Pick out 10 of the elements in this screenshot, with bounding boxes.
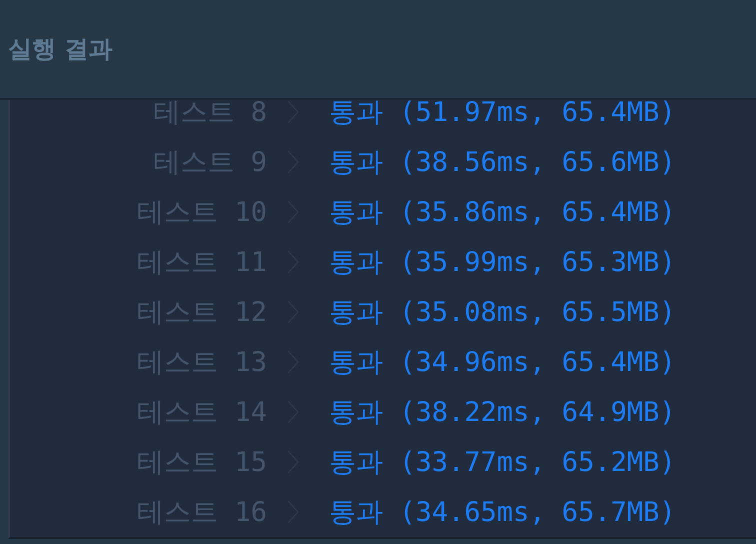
test-result: 통과 (35.99ms, 65.3MB) (329, 246, 676, 280)
test-result: 통과 (35.08ms, 65.5MB) (329, 296, 676, 330)
test-result: 통과 (35.86ms, 65.4MB) (329, 196, 676, 230)
test-result: 통과 (51.97ms, 65.4MB) (329, 100, 676, 130)
panel-title: 실행 결과 (8, 34, 112, 65)
test-result: 통과 (34.65ms, 65.7MB) (329, 496, 676, 530)
test-result: 통과 (34.96ms, 65.4MB) (329, 346, 676, 380)
test-result: 통과 (38.56ms, 65.6MB) (329, 146, 676, 180)
test-result: 통과 (33.77ms, 65.2MB) (329, 446, 676, 480)
test-result: 통과 (38.22ms, 64.9MB) (329, 396, 676, 430)
